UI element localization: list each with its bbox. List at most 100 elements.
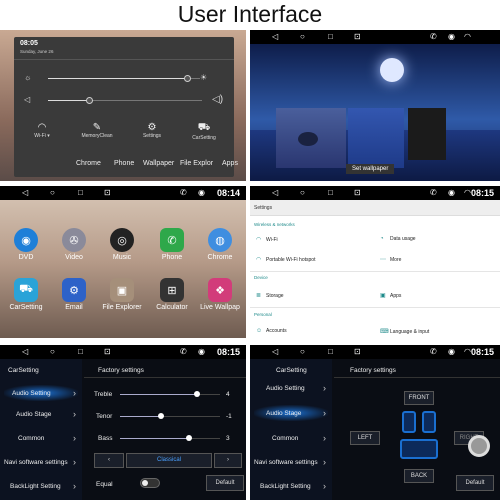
dock-wallpaper[interactable]: Wallpaper (143, 160, 174, 167)
section-device: Device (254, 275, 268, 280)
screenshot-icon[interactable]: ⊡ (104, 347, 111, 357)
screenshot-icon[interactable]: ⊡ (104, 188, 111, 198)
recents-icon[interactable]: □ (328, 188, 333, 198)
wifi-icon: ◠ (464, 347, 471, 356)
back-icon[interactable]: ◁ (272, 188, 278, 198)
back-icon[interactable]: ◁ (22, 188, 28, 198)
setting-wifi[interactable]: ◠ Wi-Fi (256, 236, 278, 243)
wallpaper-thumb-2[interactable] (348, 108, 404, 168)
treble-slider[interactable] (120, 391, 220, 397)
app-calculator[interactable]: ⊞ Calculator (152, 278, 192, 311)
setting-language[interactable]: ⌨Language & input (380, 328, 429, 335)
app-music[interactable]: ◎ Music (102, 228, 142, 261)
app-live-wallpaper[interactable]: ❖ Live Wallpap (200, 278, 240, 311)
seat-front-left-icon (402, 411, 416, 433)
home-icon[interactable]: ○ (50, 347, 55, 357)
memory-clean-toggle[interactable]: ✎ MemoryClean (77, 122, 117, 139)
settings-toggle[interactable]: ⚙ Settings (132, 122, 172, 139)
status-bar: ◁ ○ □ ⊡ ✆ ◉ 08:15 (0, 345, 246, 359)
clock: 08:15 (216, 347, 240, 357)
bass-label: Bass (98, 435, 113, 442)
treble-label: Treble (94, 391, 113, 398)
sidebar-title: CarSetting (8, 367, 39, 374)
default-button[interactable]: Default (206, 475, 244, 491)
menu-navi-software[interactable]: Navi software settings › (254, 457, 328, 467)
carsetting-toggle[interactable]: ⛟ CarSetting (184, 122, 224, 141)
menu-common[interactable]: Common › (254, 433, 328, 443)
tenor-slider[interactable] (120, 413, 220, 419)
wifi-icon: ◠ (37, 122, 47, 133)
volume-low-icon: ◁ (24, 95, 31, 104)
preset-prev-button[interactable]: ‹ (94, 453, 124, 468)
audio-setting-screen: ◁ ○ □ ⊡ ✆ ◉ 08:15 CarSetting Audio Setti… (0, 345, 246, 500)
auto-brightness-icon[interactable]: ☀ (200, 73, 207, 82)
phone-icon[interactable]: ✆ (180, 347, 187, 357)
menu-navi-software[interactable]: Navi software settings › (4, 457, 78, 467)
wifi-toggle[interactable]: ◠ Wi-Fi ▾ (22, 122, 62, 139)
equal-toggle[interactable] (140, 478, 160, 488)
back-icon[interactable]: ◁ (272, 32, 278, 42)
front-button[interactable]: FRONT (404, 391, 434, 405)
menu-audio-stage[interactable]: Audio Stage › (254, 405, 328, 421)
screenshot-icon[interactable]: ⊡ (354, 347, 361, 357)
storage-icon: ≣ (256, 293, 262, 299)
dock-apps[interactable]: Apps (222, 160, 238, 167)
setting-data-usage[interactable]: ◔ Data usage (380, 236, 416, 242)
brightness-slider[interactable] (48, 75, 200, 82)
phone-icon[interactable]: ✆ (430, 188, 437, 198)
recents-icon[interactable]: □ (78, 347, 83, 357)
wallpaper-thumb-1[interactable] (276, 108, 346, 168)
home-icon[interactable]: ○ (300, 32, 305, 42)
phone-icon[interactable]: ✆ (180, 188, 187, 198)
recents-icon[interactable]: □ (78, 188, 83, 198)
home-icon[interactable]: ○ (50, 188, 55, 198)
dock-phone[interactable]: Phone (114, 160, 134, 167)
volume-slider[interactable] (48, 97, 202, 104)
setting-apps[interactable]: ▣ Apps (380, 292, 401, 299)
left-button[interactable]: LEFT (350, 431, 380, 445)
app-file-explorer[interactable]: ▣ File Explorer (102, 278, 142, 311)
screenshot-icon[interactable]: ⊡ (354, 32, 361, 42)
back-icon[interactable]: ◁ (22, 347, 28, 357)
back-icon[interactable]: ◁ (272, 347, 278, 357)
recents-icon[interactable]: □ (328, 347, 333, 357)
gear-icon: ⚙ (62, 278, 86, 302)
bass-slider[interactable] (120, 435, 220, 441)
preset-next-button[interactable]: › (214, 453, 242, 468)
dock-chrome[interactable]: Chrome (76, 160, 101, 167)
app-chrome[interactable]: ◍ Chrome (200, 228, 240, 261)
home-icon[interactable]: ○ (300, 347, 305, 357)
default-button[interactable]: Default (456, 475, 494, 491)
menu-audio-stage[interactable]: Audio Stage › (4, 409, 78, 419)
wallpaper-thumb-3[interactable] (408, 108, 446, 160)
notification-shade-screen: 08:05 Sunday, June 26 ☼ ☀ ◁ ◁) ◠ Wi-Fi ▾ … (0, 30, 246, 181)
app-phone[interactable]: ✆ Phone (152, 228, 192, 261)
setting-hotspot[interactable]: ◠ Portable Wi-Fi hotspot (256, 256, 315, 263)
menu-backlight[interactable]: BackLight Setting › (4, 481, 78, 491)
phone-icon[interactable]: ✆ (430, 347, 437, 357)
recents-icon[interactable]: □ (328, 32, 333, 42)
setting-accounts[interactable]: ☺ Accounts (256, 328, 287, 334)
eq-preset[interactable]: Classical (126, 453, 212, 468)
app-dvd[interactable]: ◉ DVD (6, 228, 46, 261)
sound-position-handle[interactable] (468, 435, 490, 457)
app-carsetting[interactable]: ⛟ CarSetting (6, 278, 46, 311)
app-video[interactable]: ✇ Video (54, 228, 94, 261)
folder-icon: ▣ (110, 278, 134, 302)
clock: 08:15 (470, 347, 494, 357)
factory-settings-label: Factory settings (98, 367, 144, 374)
menu-audio-setting[interactable]: Audio Setting › (4, 385, 78, 401)
screenshot-icon[interactable]: ⊡ (354, 188, 361, 198)
setting-storage[interactable]: ≣ Storage (256, 292, 284, 299)
menu-audio-setting[interactable]: Audio Setting › (254, 383, 328, 393)
car-icon: ⛟ (14, 278, 38, 302)
menu-backlight[interactable]: BackLight Setting › (254, 481, 328, 491)
setting-more[interactable]: ⋯ More (380, 256, 401, 263)
set-wallpaper-button[interactable]: Set wallpaper (346, 164, 395, 174)
home-icon[interactable]: ○ (300, 188, 305, 198)
app-email[interactable]: ⚙ Email (54, 278, 94, 311)
dock-file-explorer[interactable]: File Explor (180, 160, 213, 167)
menu-common[interactable]: Common › (4, 433, 78, 443)
phone-icon[interactable]: ✆ (430, 32, 437, 42)
back-button[interactable]: BACK (404, 469, 434, 483)
